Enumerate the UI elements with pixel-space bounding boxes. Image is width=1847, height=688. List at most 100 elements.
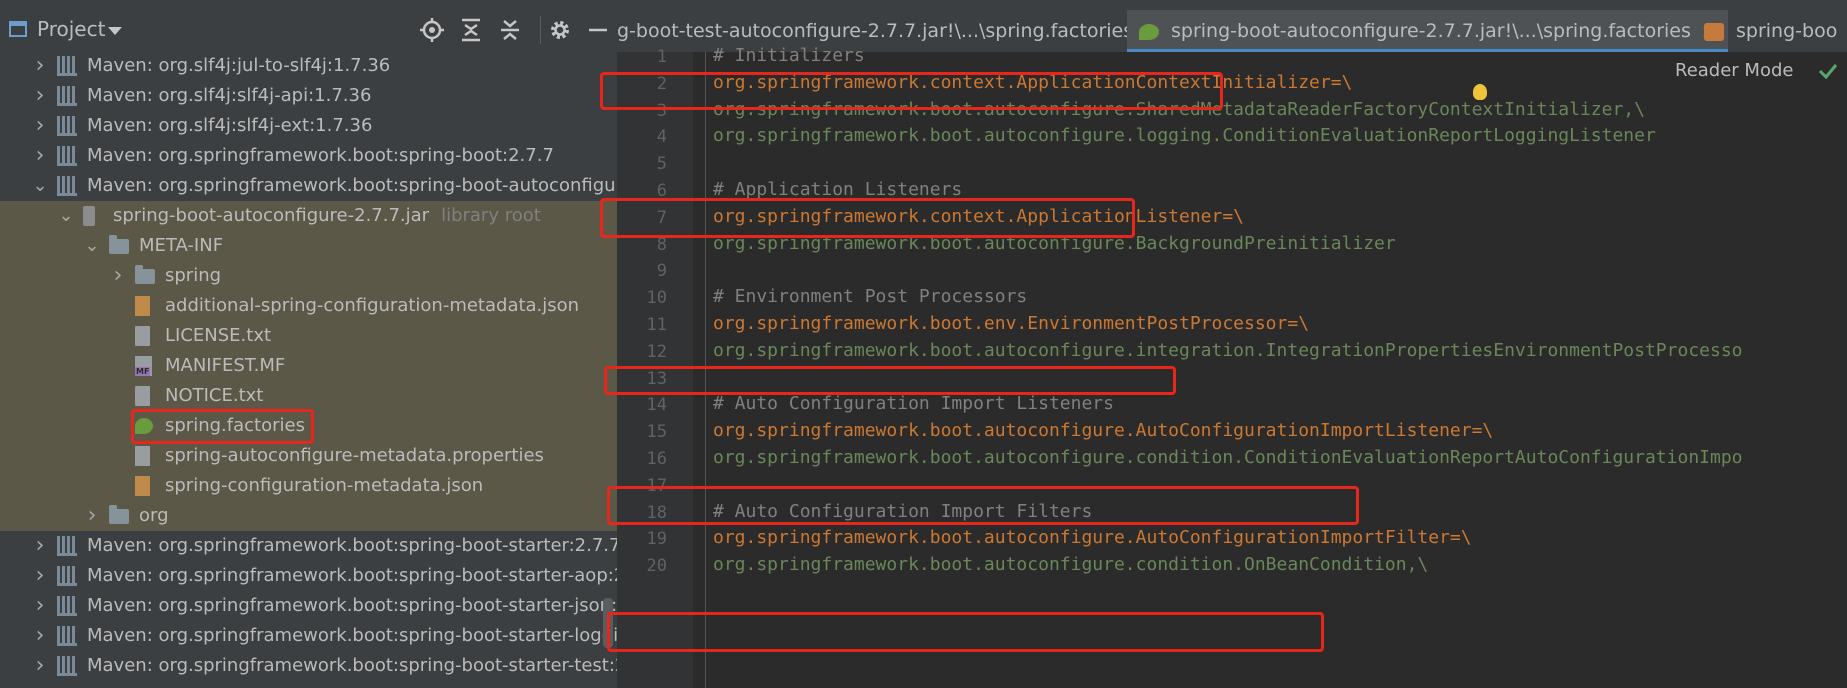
line-number: 20 <box>646 556 667 577</box>
chevron-right-icon[interactable]: › <box>30 651 50 681</box>
collapse-all-icon[interactable] <box>496 16 524 44</box>
tree-item-label: Maven: org.slf4j:slf4j-ext:1.7.36 <box>87 115 373 136</box>
project-title[interactable]: Project <box>37 17 105 41</box>
reader-mode-button[interactable]: Reader Mode <box>1675 60 1793 81</box>
tree-item[interactable]: › Maven: org.slf4j:slf4j-api:1.7.36 <box>0 81 617 111</box>
check-icon[interactable] <box>1817 60 1839 82</box>
highlight-box-spring-factories <box>131 409 314 444</box>
library-icon <box>57 656 77 676</box>
chevron-right-icon[interactable]: › <box>30 51 50 81</box>
line-number: 15 <box>646 422 667 443</box>
chevron-right-icon[interactable]: › <box>30 591 50 621</box>
tree-item-label: Maven: org.slf4j:slf4j-api:1.7.36 <box>87 85 372 106</box>
line-number: 14 <box>646 395 667 416</box>
line-number: 4 <box>656 127 667 148</box>
expand-all-icon[interactable] <box>457 16 485 44</box>
tab-test-autoconfigure-factories[interactable]: g-boot-test-autoconfigure-2.7.7.jar!\...… <box>617 10 1168 52</box>
chevron-down-icon[interactable] <box>108 27 122 35</box>
tree-item-label: spring-configuration-metadata.json <box>165 475 484 496</box>
tree-item[interactable]: › Maven: org.springframework.boot:spring-… <box>0 651 617 681</box>
property-value-line: org.springframework.boot.autoconfigure.l… <box>713 125 1656 147</box>
project-panel: Project › Maven: org.slf4j:jul-to-slf4j:1… <box>0 0 617 688</box>
tree-item[interactable]: spring-configuration-metadata.json <box>0 471 617 501</box>
library-icon <box>57 596 77 616</box>
tree-item[interactable]: › Maven: org.springframework.boot:spring-… <box>0 561 617 591</box>
property-value-line: org.springframework.boot.autoconfigure.i… <box>713 339 1743 361</box>
highlight-box-line-11 <box>604 366 1176 395</box>
property-key-line: org.springframework.boot.autoconfigure.A… <box>713 420 1494 442</box>
chevron-down-icon[interactable]: ⌄ <box>30 171 50 201</box>
tree-item[interactable]: › Maven: org.slf4j:slf4j-ext:1.7.36 <box>0 111 617 141</box>
properties-icon <box>135 446 150 466</box>
tree-item-label: MANIFEST.MF <box>165 355 286 376</box>
lightbulb-icon[interactable] <box>1473 84 1487 100</box>
tree-item-label: org <box>139 505 169 526</box>
tree-item[interactable]: › Maven: org.springframework.boot:spring-… <box>0 591 617 621</box>
chevron-right-icon[interactable]: › <box>30 81 50 111</box>
tree-item[interactable]: LICENSE.txt <box>0 321 617 351</box>
tree-item-label: Maven: org.springframework.boot:spring-b… <box>87 595 617 616</box>
tree-item[interactable]: › Maven: org.springframework.boot:spring-… <box>0 531 617 561</box>
text-file-icon <box>135 386 150 406</box>
tree-item[interactable]: additional-spring-configuration-metadata… <box>0 291 617 321</box>
tree-item[interactable]: spring-autoconfigure-metadata.properties <box>0 441 617 471</box>
chevron-right-icon[interactable]: › <box>30 561 50 591</box>
chevron-right-icon[interactable]: › <box>30 141 50 171</box>
code-comment: # Environment Post Processors <box>713 286 1028 308</box>
tree-item[interactable]: ⌄ META-INF <box>0 231 617 261</box>
tree-item[interactable]: › spring <box>0 261 617 291</box>
tree-item-label: Maven: org.springframework.boot:spring-b… <box>87 565 617 586</box>
tree-item-label: META-INF <box>139 235 224 256</box>
code-comment: # Application Listeners <box>713 179 963 200</box>
library-icon <box>57 626 77 646</box>
tab-spring-boot[interactable]: spring-boo <box>1692 10 1837 52</box>
chevron-right-icon[interactable]: › <box>82 501 102 531</box>
xml-file-icon <box>1704 22 1724 41</box>
settings-icon[interactable] <box>546 16 574 44</box>
library-icon <box>57 146 77 166</box>
line-number: 11 <box>646 315 667 335</box>
tree-item-label: Maven: org.springframework.boot:spring-b… <box>87 145 554 166</box>
line-number: 5 <box>656 154 667 175</box>
json-icon <box>135 296 150 316</box>
property-value-line: org.springframework.boot.autoconfigure.c… <box>713 554 1429 576</box>
tree-item[interactable]: NOTICE.txt <box>0 381 617 411</box>
chevron-right-icon[interactable]: › <box>30 531 50 561</box>
library-icon <box>57 116 77 136</box>
tree-item[interactable]: MF MANIFEST.MF <box>0 351 617 381</box>
tree-item[interactable]: ⌄ Maven: org.springframework.boot:spring-… <box>0 171 617 201</box>
project-window-icon <box>9 21 27 37</box>
tree-item[interactable]: › org <box>0 501 617 531</box>
folder-icon <box>109 235 129 254</box>
code-comment: # Auto Configuration Import Listeners <box>713 393 1114 415</box>
manifest-icon: MF <box>135 356 152 376</box>
text-file-icon <box>135 326 150 346</box>
locate-icon[interactable] <box>418 16 446 44</box>
tab-label: spring-boot-autoconfigure-2.7.7.jar!\...… <box>1171 20 1691 42</box>
hide-icon[interactable] <box>584 16 612 44</box>
chevron-down-icon[interactable]: ⌄ <box>82 231 102 261</box>
chevron-down-icon[interactable]: ⌄ <box>56 201 76 231</box>
tree-item-label: spring <box>165 265 222 286</box>
tree-item[interactable]: › Maven: org.springframework.boot:spring-… <box>0 141 617 171</box>
line-number: 10 <box>646 288 667 309</box>
tree-item-label: Maven: org.springframework.boot:spring-b… <box>87 655 617 676</box>
tree-item-label: LICENSE.txt <box>165 325 272 346</box>
tree-item[interactable]: ⌄ spring-boot-autoconfigure-2.7.7.jar libr… <box>0 201 617 231</box>
tree-item[interactable]: › Maven: org.slf4j:jul-to-slf4j:1.7.36 <box>0 51 617 81</box>
tree-item-label: NOTICE.txt <box>165 385 264 406</box>
json-icon <box>135 476 150 496</box>
library-icon <box>57 566 77 586</box>
line-number: 9 <box>656 261 667 282</box>
tree-item[interactable]: › Maven: org.springframework.boot:spring-… <box>0 621 617 651</box>
chevron-right-icon[interactable]: › <box>30 111 50 141</box>
chevron-right-icon[interactable]: › <box>108 261 128 291</box>
chevron-right-icon[interactable]: › <box>30 621 50 651</box>
highlight-box-line-7 <box>600 198 1135 238</box>
property-key-line: org.springframework.boot.env.Environment… <box>713 313 1310 334</box>
highlight-box-line-2 <box>600 72 1223 110</box>
library-icon <box>57 86 77 106</box>
spring-icon <box>1139 23 1159 40</box>
tab-autoconfigure-factories[interactable]: spring-boot-autoconfigure-2.7.7.jar!\...… <box>1127 10 1728 52</box>
editor: g-boot-test-autoconfigure-2.7.7.jar!\...… <box>600 0 1847 688</box>
